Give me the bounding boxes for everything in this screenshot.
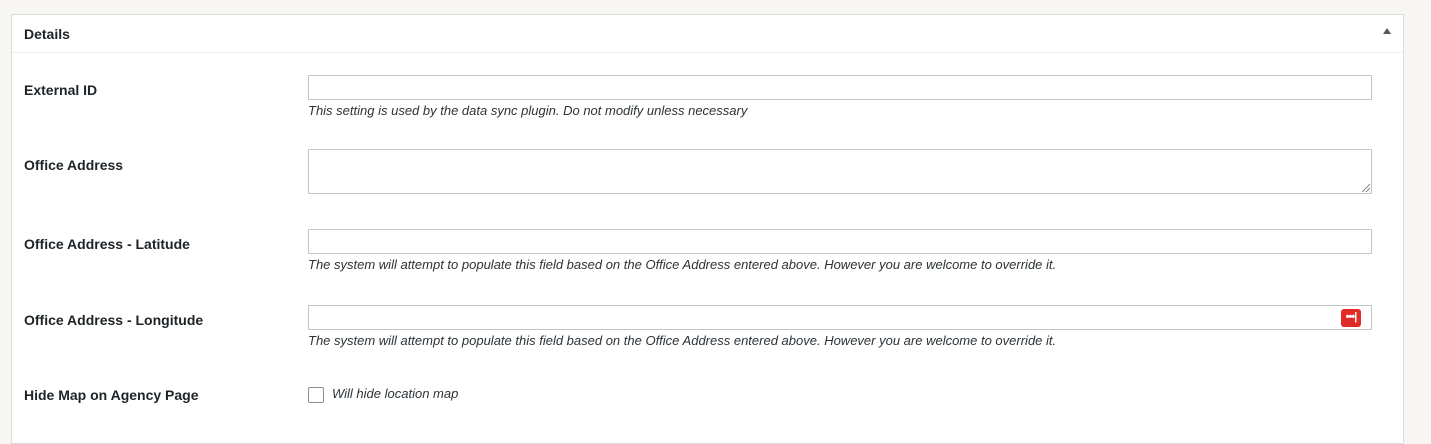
latitude-label: Office Address - Latitude <box>24 236 190 252</box>
metabox-title: Details <box>24 26 70 42</box>
hide-map-checkbox-label[interactable]: Will hide location map <box>332 386 458 401</box>
latitude-description: The system will attempt to populate this… <box>308 257 1057 272</box>
longitude-label: Office Address - Longitude <box>24 312 204 328</box>
hide-map-checkbox[interactable] <box>308 387 324 403</box>
office-address-label: Office Address <box>24 157 124 173</box>
details-metabox: Details External ID This setting is used… <box>11 14 1404 444</box>
external-id-label: External ID <box>24 82 98 98</box>
metabox-header[interactable]: Details <box>12 15 1403 53</box>
external-id-input[interactable] <box>308 75 1372 100</box>
external-id-description: This setting is used by the data sync pl… <box>308 103 748 118</box>
longitude-description: The system will attempt to populate this… <box>308 333 1057 348</box>
resize-handle-icon[interactable] <box>1362 184 1370 192</box>
hide-map-label: Hide Map on Agency Page <box>24 387 199 403</box>
triangle-up-icon[interactable] <box>1383 28 1391 34</box>
office-address-textarea[interactable] <box>308 149 1372 194</box>
latitude-input[interactable] <box>308 229 1372 254</box>
longitude-input[interactable] <box>308 305 1372 330</box>
password-manager-icon[interactable]: •••| <box>1341 309 1361 327</box>
